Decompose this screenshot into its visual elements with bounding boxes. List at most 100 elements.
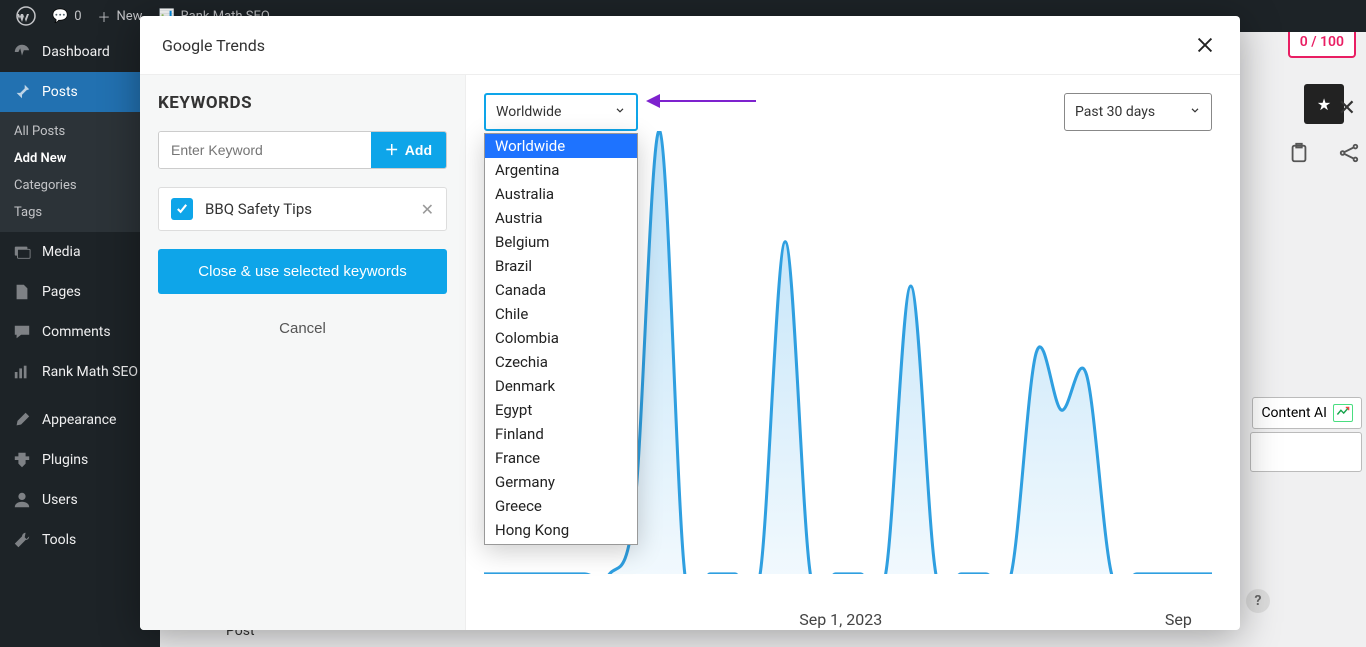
sidebar-label: Media xyxy=(42,244,81,260)
sidebar-item-pages[interactable]: Pages xyxy=(0,272,160,312)
google-trends-modal: Google Trends KEYWORDS ＋ Add BBQ Safety … xyxy=(140,16,1240,630)
wp-admin-sidebar: Dashboard Posts All Posts Add New Catego… xyxy=(0,32,160,647)
region-option[interactable]: Austria xyxy=(485,206,637,230)
region-select-button[interactable]: Worldwide xyxy=(484,93,638,131)
chevron-down-icon xyxy=(1189,104,1201,120)
region-option[interactable]: Argentina xyxy=(485,158,637,182)
media-icon xyxy=(12,242,32,262)
cancel-button[interactable]: Cancel xyxy=(158,312,447,345)
content-ai-button[interactable]: Content AI xyxy=(1252,397,1362,429)
modal-title: Google Trends xyxy=(162,36,265,55)
region-option[interactable]: Canada xyxy=(485,278,637,302)
add-label: Add xyxy=(405,142,432,158)
wrench-icon xyxy=(12,530,32,550)
sidebar-label: Plugins xyxy=(42,452,88,468)
close-button[interactable] xyxy=(1192,32,1218,58)
sidebar-item-appearance[interactable]: Appearance xyxy=(0,400,160,440)
region-options-list[interactable]: WorldwideArgentinaAustraliaAustriaBelgiu… xyxy=(485,134,637,545)
annotation-arrow xyxy=(646,97,756,105)
region-option[interactable]: Brazil xyxy=(485,254,637,278)
user-icon xyxy=(12,490,32,510)
sidebar-item-comments[interactable]: Comments xyxy=(0,312,160,352)
focus-keyword-input[interactable] xyxy=(1250,432,1362,472)
plugin-icon xyxy=(12,450,32,470)
posts-submenu: All Posts Add New Categories Tags xyxy=(0,112,160,232)
region-select[interactable]: Worldwide WorldwideArgentinaAustraliaAus… xyxy=(484,93,638,131)
chart-icon xyxy=(12,362,32,382)
sidebar-item-media[interactable]: Media xyxy=(0,232,160,272)
region-option[interactable]: Finland xyxy=(485,422,637,446)
sidebar-item-dashboard[interactable]: Dashboard xyxy=(0,32,160,72)
sidebar-label: Pages xyxy=(42,284,81,300)
sidebar-sub-addnew[interactable]: Add New xyxy=(0,145,160,172)
sidebar-label: Posts xyxy=(42,84,78,100)
sidebar-label: Appearance xyxy=(42,412,116,428)
time-select-button[interactable]: Past 30 days xyxy=(1064,93,1212,131)
time-selected-label: Past 30 days xyxy=(1075,104,1155,120)
sidebar-item-tools[interactable]: Tools xyxy=(0,520,160,560)
region-option[interactable]: Worldwide xyxy=(485,134,637,158)
comments-count[interactable]: 💬 0 xyxy=(44,9,90,24)
region-option[interactable]: Germany xyxy=(485,470,637,494)
close-panel-icon[interactable]: ✕ xyxy=(1328,92,1366,125)
sidebar-sub-categories[interactable]: Categories xyxy=(0,172,160,199)
content-ai-label: Content AI xyxy=(1261,405,1327,421)
close-use-keywords-button[interactable]: Close & use selected keywords xyxy=(158,249,447,294)
keyword-name: BBQ Safety Tips xyxy=(205,200,409,218)
region-option[interactable]: Hong Kong xyxy=(485,518,637,542)
region-option[interactable]: Colombia xyxy=(485,326,637,350)
time-select[interactable]: Past 30 days xyxy=(1064,93,1212,131)
panel-tab-icons xyxy=(1288,142,1360,168)
keyword-checkbox[interactable] xyxy=(171,198,193,220)
wordpress-icon xyxy=(16,6,36,26)
region-option[interactable]: Czechia xyxy=(485,350,637,374)
sidebar-item-plugins[interactable]: Plugins xyxy=(0,440,160,480)
region-option[interactable]: France xyxy=(485,446,637,470)
region-option[interactable]: Chile xyxy=(485,302,637,326)
brush-icon xyxy=(12,410,32,430)
comment-icon: 💬 xyxy=(52,9,68,24)
region-option[interactable]: Belgium xyxy=(485,230,637,254)
remove-keyword-button[interactable]: ✕ xyxy=(421,200,434,219)
modal-header: Google Trends xyxy=(140,16,1240,75)
chevron-down-icon xyxy=(614,104,626,120)
sidebar-label: Rank Math SEO xyxy=(42,364,138,380)
x-tick-mid: Sep 1, 2023 xyxy=(799,610,882,629)
comment-icon xyxy=(12,322,32,342)
sidebar-item-users[interactable]: Users xyxy=(0,480,160,520)
keyword-input[interactable] xyxy=(159,132,371,168)
sidebar-item-posts[interactable]: Posts xyxy=(0,72,160,112)
add-keyword-button[interactable]: ＋ Add xyxy=(371,132,446,168)
share-icon[interactable] xyxy=(1338,142,1360,168)
sidebar-label: Users xyxy=(42,492,78,508)
plus-icon: ＋ xyxy=(385,140,399,160)
sidebar-label: Tools xyxy=(42,532,76,548)
sidebar-sub-allposts[interactable]: All Posts xyxy=(0,118,160,145)
region-option[interactable]: Greece xyxy=(485,494,637,518)
region-option[interactable]: Hungary xyxy=(485,542,637,545)
keyword-card: BBQ Safety Tips ✕ xyxy=(158,187,447,231)
chart-panel: Worldwide WorldwideArgentinaAustraliaAus… xyxy=(466,75,1240,630)
help-icon[interactable]: ? xyxy=(1246,589,1270,613)
sidebar-sub-tags[interactable]: Tags xyxy=(0,199,160,226)
wp-logo[interactable] xyxy=(8,6,44,26)
region-option[interactable]: Egypt xyxy=(485,398,637,422)
region-option[interactable]: Australia xyxy=(485,182,637,206)
new-label: New xyxy=(117,9,143,24)
keywords-panel: KEYWORDS ＋ Add BBQ Safety Tips ✕ Close &… xyxy=(140,75,466,630)
sidebar-label: Dashboard xyxy=(42,44,110,60)
comments-number: 0 xyxy=(74,9,81,24)
region-dropdown: WorldwideArgentinaAustraliaAustriaBelgiu… xyxy=(484,133,638,545)
sidebar-item-rankmath[interactable]: Rank Math SEO xyxy=(0,352,160,392)
keyword-input-row: ＋ Add xyxy=(158,131,447,169)
region-selected-label: Worldwide xyxy=(496,104,561,120)
region-option[interactable]: Denmark xyxy=(485,374,637,398)
plus-icon: ＋ xyxy=(98,7,111,26)
dashboard-icon xyxy=(12,42,32,62)
sidebar-label: Comments xyxy=(42,324,111,340)
x-tick-end: Sep 15, 2023 xyxy=(1165,610,1201,630)
pin-icon xyxy=(12,82,32,102)
trend-icon xyxy=(1333,404,1353,422)
keywords-heading: KEYWORDS xyxy=(158,93,447,113)
clipboard-icon[interactable] xyxy=(1288,142,1310,168)
